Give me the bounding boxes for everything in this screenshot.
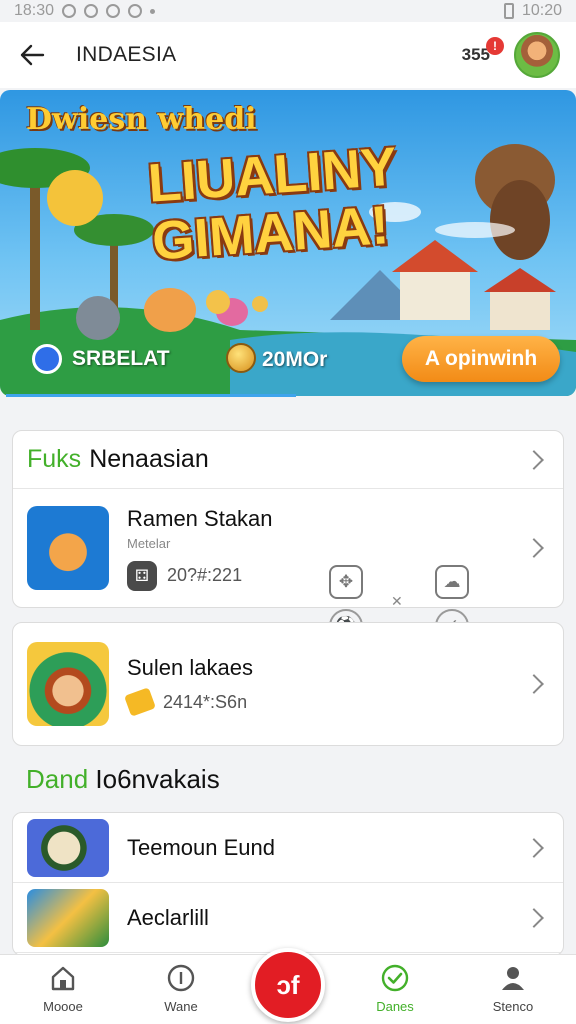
game-thumbnail [27, 818, 109, 877]
item-title: Teemoun Eund [127, 834, 275, 860]
home-icon [51, 966, 75, 991]
section-title-green: Dand [26, 764, 89, 794]
chevron-right-icon [524, 674, 544, 694]
back-button[interactable] [16, 39, 48, 71]
item-meta: 20?#:221 [167, 565, 243, 585]
nav-label: Moooe [43, 999, 83, 1014]
list-item[interactable]: Aeclarlill [13, 883, 563, 953]
game-card[interactable]: Sulen lakaes 2414*:S6n [12, 622, 564, 746]
notification-badge: ! [486, 37, 504, 55]
featured-card: Fuks Nenaasian Ramen Stakan Metelar ⚃ 20… [12, 430, 564, 643]
banner-left-action[interactable]: SRBELAT [32, 344, 170, 374]
ticket-icon [124, 687, 156, 717]
chevron-right-icon [524, 907, 544, 928]
nav-info[interactable]: Wane [138, 963, 224, 1014]
status-time-right: 10:20 [521, 2, 562, 19]
banner-brand: Dwiesn whedi [26, 102, 257, 137]
nav-games[interactable]: Danes [352, 963, 438, 1014]
banner-headline: LIUALINY GIMANA! [146, 136, 402, 271]
list-item[interactable]: Teemoun Eund [13, 813, 563, 883]
nav-home[interactable]: Moooe [20, 963, 106, 1014]
section-title-text: Io6nvakais [95, 764, 220, 794]
item-meta: 2414*:S6n [163, 691, 248, 712]
globe-icon [128, 4, 143, 18]
nav-label: Wane [164, 999, 198, 1014]
app-icon [84, 4, 99, 18]
cloud-icon[interactable]: ☁ [435, 565, 469, 599]
coin-icon [226, 343, 256, 373]
chevron-right-icon [524, 837, 544, 858]
item-title: Ramen Stakan [127, 505, 273, 531]
dice-icon: ⚃ [127, 560, 157, 591]
featured-header-green: Fuks [27, 445, 82, 473]
game-thumbnail [27, 888, 109, 947]
arrow-left-icon [20, 44, 45, 66]
gamepad-icon[interactable]: ✥ [329, 565, 363, 599]
item-title: Aeclarlill [127, 904, 209, 930]
cross-icon: ✕ [391, 593, 403, 609]
chevron-right-icon [524, 538, 544, 558]
info-icon [167, 964, 195, 992]
list-item[interactable]: Ramen Stakan Metelar ⚃ 20?#:221 ✥ ☁ ⚽ ✓ … [13, 489, 563, 643]
coin-counter[interactable]: 355 ! [462, 37, 504, 65]
section-title: Dand Io6nvakais [26, 764, 220, 795]
center-action-button[interactable]: ɔf [251, 948, 325, 1022]
check-circle-icon [381, 964, 409, 992]
nav-label: Danes [376, 999, 414, 1014]
game-list: Teemoun Eund Aeclarlill [12, 812, 564, 956]
page-title: INDAESIA [76, 43, 177, 66]
notification-icon [62, 4, 77, 18]
game-thumbnail [27, 506, 109, 590]
featured-header[interactable]: Fuks Nenaasian [13, 431, 563, 489]
status-time-left: 18:30 [14, 2, 55, 19]
avatar[interactable] [514, 32, 560, 78]
status-bar: 18:30 10:20 [0, 0, 576, 22]
banner-left-label: SRBELAT [72, 347, 170, 370]
item-subtitle: Metelar [127, 535, 171, 551]
game-thumbnail [27, 642, 109, 726]
item-title: Sulen lakaes [127, 655, 253, 680]
nav-profile[interactable]: Stenco [470, 963, 556, 1014]
shield-icon [32, 344, 62, 374]
chat-icon [106, 4, 121, 18]
chevron-right-icon [524, 449, 544, 470]
featured-header-text: Nenaasian [89, 445, 209, 473]
person-icon [502, 967, 524, 990]
battery-icon [503, 3, 514, 19]
banner-cta-button[interactable]: A opinwinh [402, 336, 560, 382]
banner-amount: 20MOr [262, 348, 328, 371]
nav-label: Stenco [492, 999, 534, 1014]
dot-icon [150, 8, 156, 14]
app-bar: INDAESIA 355 ! [0, 22, 576, 88]
banner-progress [6, 394, 296, 397]
